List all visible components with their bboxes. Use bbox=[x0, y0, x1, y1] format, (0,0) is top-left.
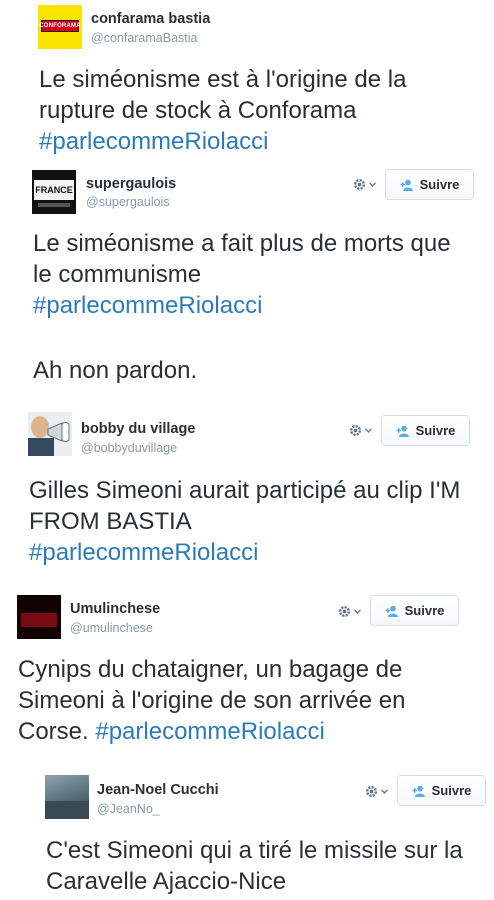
author-name[interactable]: confarama bastia bbox=[91, 11, 210, 27]
author-handle[interactable]: @supergaulois bbox=[86, 195, 170, 209]
megaphone-icon bbox=[47, 422, 71, 447]
author-name[interactable]: Umulinchese bbox=[70, 601, 160, 617]
tweet-text: Cynips du chataigner, un bagage de Simeo… bbox=[18, 656, 406, 745]
hashtag-link[interactable]: #parlecommeRiolacci bbox=[29, 539, 258, 566]
avatar-logo: FRANCE bbox=[34, 180, 74, 200]
hashtag-link[interactable]: #parlecommeRiolacci bbox=[33, 292, 262, 319]
settings-menu[interactable] bbox=[337, 602, 363, 620]
avatar[interactable]: CONFORAMA bbox=[38, 5, 82, 49]
settings-menu[interactable] bbox=[364, 782, 390, 800]
add-user-icon bbox=[400, 179, 414, 191]
avatar[interactable] bbox=[28, 412, 72, 456]
tweet-card-5: Jean-Noel Cucchi @JeanNo_ Suivre C'est S… bbox=[0, 765, 494, 900]
chevron-down-icon bbox=[354, 608, 361, 614]
avatar-stripe bbox=[38, 203, 70, 207]
gear-icon bbox=[337, 604, 352, 619]
author-handle[interactable]: @bobbyduvillage bbox=[81, 441, 177, 455]
follow-button[interactable]: Suivre bbox=[381, 415, 470, 446]
avatar[interactable] bbox=[17, 595, 61, 639]
avatar[interactable]: FRANCE bbox=[32, 170, 76, 214]
settings-menu[interactable] bbox=[352, 175, 378, 193]
author-name[interactable]: Jean-Noel Cucchi bbox=[97, 782, 219, 798]
tweet-text: Le siméonisme a fait plus de morts que l… bbox=[33, 230, 451, 319]
chevron-down-icon bbox=[365, 427, 372, 433]
tweet-card-2: FRANCE supergaulois @supergaulois Suivre… bbox=[0, 165, 494, 405]
tweet-text: Le siméonisme est à l'origine de la rupt… bbox=[39, 66, 407, 155]
avatar-image bbox=[21, 613, 57, 627]
chevron-down-icon bbox=[381, 788, 388, 794]
gear-icon bbox=[364, 784, 379, 799]
tweet-card-1: CONFORAMA confarama bastia @confaramaBas… bbox=[0, 0, 494, 165]
add-user-icon bbox=[396, 425, 410, 437]
avatar[interactable] bbox=[45, 775, 89, 819]
add-user-icon bbox=[412, 785, 426, 797]
follow-button[interactable]: Suivre bbox=[397, 775, 486, 806]
tweet-card-3: bobby du village @bobbyduvillage Suivre … bbox=[0, 405, 494, 585]
gear-icon bbox=[348, 423, 363, 438]
add-user-icon bbox=[385, 605, 399, 617]
tweet-text: Gilles Simeoni aurait participé au clip … bbox=[29, 477, 461, 566]
gear-icon bbox=[352, 177, 367, 192]
tweet-text: C'est Simeoni qui a tiré le missile sur … bbox=[46, 837, 463, 895]
author-name[interactable]: bobby du village bbox=[81, 421, 195, 437]
author-name[interactable]: supergaulois bbox=[86, 176, 176, 192]
tweet-card-4: Umulinchese @umulinchese Suivre Cynips d… bbox=[0, 585, 494, 765]
avatar-image bbox=[45, 801, 89, 819]
author-handle[interactable]: @confaramaBastia bbox=[91, 31, 198, 45]
settings-menu[interactable] bbox=[348, 421, 374, 439]
author-handle[interactable]: @JeanNo_ bbox=[97, 802, 160, 816]
follow-button[interactable]: Suivre bbox=[370, 595, 459, 626]
conforama-logo: CONFORAMA bbox=[39, 20, 81, 32]
follow-button[interactable]: Suivre bbox=[385, 169, 474, 200]
hashtag-link[interactable]: #parlecommeRiolacci bbox=[95, 718, 324, 745]
hashtag-link[interactable]: #parlecommeRiolacci bbox=[39, 128, 268, 155]
tweet-text-continued: Ah non pardon. bbox=[33, 357, 198, 384]
author-handle[interactable]: @umulinchese bbox=[70, 621, 153, 635]
chevron-down-icon bbox=[369, 181, 376, 187]
